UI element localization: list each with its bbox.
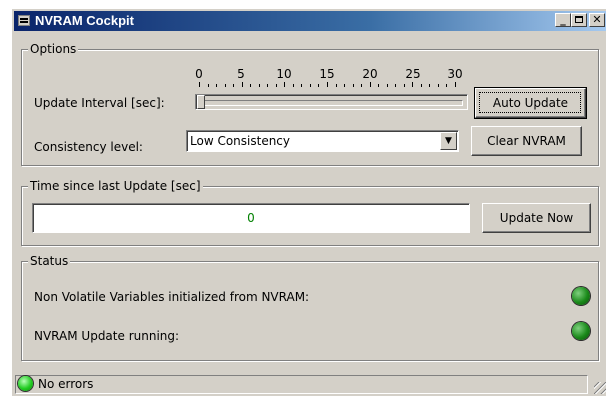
chevron-down-icon: ▼ [445,136,452,146]
slider-tick [233,84,235,87]
slider-tick [369,82,371,87]
app-icon[interactable] [18,15,30,26]
auto-update-label: Auto Update [492,96,569,110]
maximize-icon [575,16,583,23]
close-icon: ✕ [592,13,602,26]
slider-tick [199,82,200,87]
slider-tick [361,84,363,87]
time-since-update-value: 0 [247,211,255,225]
slider-tick [327,82,328,87]
nvram-update-running-indicator [572,322,590,340]
update-now-button[interactable]: Update Now [482,203,591,233]
size-grip-icon[interactable] [594,382,606,394]
slider-tick [403,84,405,87]
status-item-label: NVRAM Update running: [34,329,180,343]
slider-tick [378,84,380,87]
slider-tick [309,84,311,87]
consistency-value: Low Consistency [190,134,291,148]
slider-tick [258,84,260,87]
slider-tick [386,84,388,87]
slider-tick [446,84,448,87]
options-legend: Options [28,42,79,56]
status-text: No errors [38,377,94,391]
clear-nvram-label: Clear NVRAM [487,134,566,148]
consistency-label: Consistency level: [34,140,143,154]
time-legend: Time since last Update [sec] [28,179,203,193]
main-window: NVRAM Cockpit _ ✕ Options 0 5 10 15 20 2… [11,8,606,396]
slider-tick [455,82,456,87]
slider-tick [250,84,252,87]
tick-label: 25 [405,67,421,81]
slider-tick [275,84,277,87]
window-title: NVRAM Cockpit [35,13,134,28]
dropdown-button[interactable]: ▼ [440,132,457,150]
slider-tick [241,82,243,87]
status-ok-icon [18,376,33,391]
slider-tick [412,82,414,87]
slider-tick [395,84,397,87]
close-button[interactable]: ✕ [589,13,605,27]
maximize-button[interactable] [571,13,587,27]
status-pane: No errors [15,375,588,394]
slider-tick [437,84,439,87]
slider-tick [224,84,226,87]
tick-label: 20 [362,67,378,81]
slider-tick [216,84,218,87]
update-now-label: Update Now [499,211,574,225]
slider-tick [352,84,354,87]
nvram-initialized-indicator [572,287,590,305]
tick-label: 5 [237,67,245,81]
slider-tick [429,84,431,87]
slider-tick [301,84,303,87]
auto-update-button[interactable]: Auto Update [474,87,587,119]
slider-tick [292,84,294,87]
minimize-icon: _ [560,13,566,26]
update-interval-slider[interactable] [195,94,468,110]
tick-label: 30 [447,67,463,81]
minimize-button[interactable]: _ [555,13,571,27]
slider-tick [344,84,346,87]
clear-nvram-button[interactable]: Clear NVRAM [471,126,582,156]
status-item-label: Non Volatile Variables initialized from … [34,290,310,304]
consistency-select[interactable]: Low Consistency ▼ [186,130,459,152]
slider-tick [318,84,320,87]
tick-label: 15 [319,67,335,81]
tick-label: 0 [195,67,203,81]
slider-track [200,100,463,106]
tick-label: 10 [276,67,292,81]
title-bar[interactable]: NVRAM Cockpit _ ✕ [14,11,606,31]
slider-thumb[interactable] [197,95,205,109]
slider-tick [284,82,286,87]
update-interval-label: Update Interval [sec]: [34,96,165,110]
slider-tick [420,84,422,87]
slider-tick [207,84,209,87]
status-bar: No errors [12,372,606,396]
status-legend: Status [28,254,71,268]
time-since-update-display: 0 [32,203,470,233]
slider-tick [335,84,337,87]
status-group: Status [21,254,599,361]
slider-tick [267,84,269,87]
